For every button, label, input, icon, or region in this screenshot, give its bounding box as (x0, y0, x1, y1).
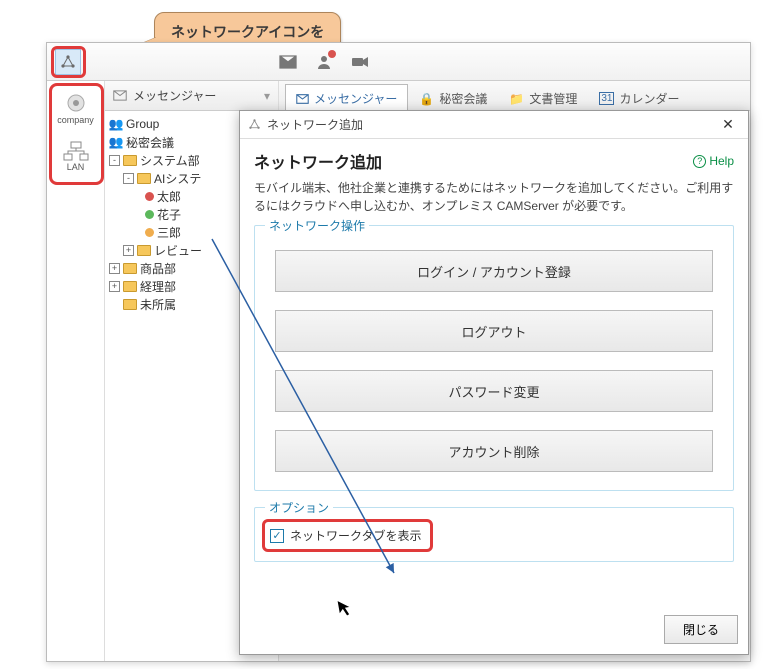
tree-label: 経理部 (140, 278, 176, 295)
status-dot-icon (145, 192, 154, 201)
group-legend: オプション (265, 499, 333, 516)
logout-button[interactable]: ログアウト (275, 310, 713, 352)
dialog-description: モバイル端末、他社企業と連携するためにはネットワークを追加してください。ご利用す… (254, 179, 734, 215)
folder-icon (123, 263, 137, 274)
network-icon (248, 118, 261, 131)
tree-label: システム部 (140, 152, 200, 169)
expand-icon[interactable]: + (123, 245, 134, 256)
options-group: オプション ✓ ネットワークタブを表示 (254, 507, 734, 562)
group-icon: 👥 (109, 118, 123, 130)
folder-icon: 📁 (509, 92, 524, 106)
lan-icon (63, 141, 89, 161)
calendar-icon: 31 (599, 92, 614, 105)
folder-icon (123, 155, 137, 166)
sidebar-item-label: LAN (67, 162, 85, 172)
mail-icon (296, 94, 309, 104)
expand-icon[interactable]: + (109, 281, 120, 292)
dialog-footer: 閉じる (240, 609, 748, 654)
tree-panel-tab-label: メッセンジャー (133, 87, 216, 104)
tab-messenger[interactable]: メッセンジャー (285, 84, 408, 111)
dialog-heading: ネットワーク追加 (254, 149, 382, 173)
camera-icon-button[interactable] (350, 52, 370, 72)
checkbox-icon: ✓ (270, 529, 284, 543)
status-dot-icon (145, 228, 154, 237)
tab-secret[interactable]: 🔒 秘密会議 (408, 84, 498, 111)
tree-label: 花子 (157, 206, 181, 223)
network-operations-group: ネットワーク操作 ログイン / アカウント登録 ログアウト パスワード変更 アカ… (254, 225, 734, 491)
tree-label: 未所属 (140, 296, 176, 313)
tree-label: Group (126, 117, 159, 131)
dialog-titlebar: ネットワーク追加 ✕ (240, 111, 748, 139)
tab-documents[interactable]: 📁 文書管理 (498, 84, 588, 111)
collapse-icon[interactable]: - (123, 173, 134, 184)
close-button[interactable]: ✕ (716, 115, 740, 135)
password-change-button[interactable]: パスワード変更 (275, 370, 713, 412)
tree-label: 三郎 (157, 224, 181, 241)
login-register-button[interactable]: ログイン / アカウント登録 (275, 250, 713, 292)
help-label: Help (709, 154, 734, 168)
mail-icon-button[interactable] (278, 52, 298, 72)
dialog-close-button[interactable]: 閉じる (664, 615, 738, 644)
folder-icon (137, 245, 151, 256)
chevron-down-icon[interactable]: ▾ (264, 89, 270, 103)
help-icon: ? (693, 155, 706, 168)
tab-label: 秘密会議 (439, 90, 487, 107)
checkbox-label: ネットワークタブを表示 (290, 527, 422, 544)
tree-label: AIシステ (154, 170, 201, 187)
mail-icon (113, 90, 127, 101)
sidebar-item-label: company (57, 115, 94, 125)
lock-icon: 🔒 (419, 92, 434, 106)
dialog-title: ネットワーク追加 (267, 116, 363, 133)
folder-icon (123, 299, 137, 310)
tab-label: 文書管理 (529, 90, 577, 107)
collapse-icon[interactable]: - (109, 155, 120, 166)
tab-bar: メッセンジャー 🔒 秘密会議 📁 文書管理 31 カレンダー (279, 81, 750, 111)
gear-icon (65, 92, 87, 114)
group-icon: 👥 (109, 136, 123, 148)
tree-panel-tab[interactable]: メッセンジャー ▾ (105, 81, 278, 111)
network-add-dialog: ネットワーク追加 ✕ ネットワーク追加 ?Help モバイル端末、他社企業と連携… (239, 110, 749, 655)
button-label: 閉じる (683, 623, 719, 637)
button-label: ログアウト (461, 322, 526, 341)
button-label: パスワード変更 (448, 382, 539, 401)
notification-dot-icon (328, 50, 336, 58)
tree-label: 商品部 (140, 260, 176, 277)
help-link[interactable]: ?Help (693, 154, 734, 168)
tab-label: カレンダー (619, 90, 679, 107)
network-button[interactable] (55, 49, 81, 75)
button-label: アカウント削除 (448, 442, 539, 461)
close-icon: ✕ (722, 116, 734, 133)
status-dot-icon (145, 210, 154, 219)
tab-calendar[interactable]: 31 カレンダー (588, 84, 690, 111)
folder-icon (123, 281, 137, 292)
sidebar-item-lan[interactable]: LAN (50, 133, 102, 179)
tab-label: メッセンジャー (314, 90, 397, 107)
tree-label: レビュー (154, 242, 202, 259)
sidebar-item-company[interactable]: company (50, 85, 102, 131)
toolbar (47, 43, 750, 81)
network-icon (60, 54, 76, 70)
button-label: ログイン / アカウント登録 (417, 262, 571, 281)
show-network-tab-checkbox[interactable]: ✓ ネットワークタブを表示 (265, 522, 430, 549)
contact-icon-button[interactable] (314, 52, 334, 72)
expand-icon[interactable]: + (109, 263, 120, 274)
tree-label: 太郎 (157, 188, 181, 205)
folder-icon (137, 173, 151, 184)
network-sidebar: company LAN (47, 81, 105, 661)
account-delete-button[interactable]: アカウント削除 (275, 430, 713, 472)
group-legend: ネットワーク操作 (265, 217, 369, 234)
tree-label: 秘密会議 (126, 134, 174, 151)
